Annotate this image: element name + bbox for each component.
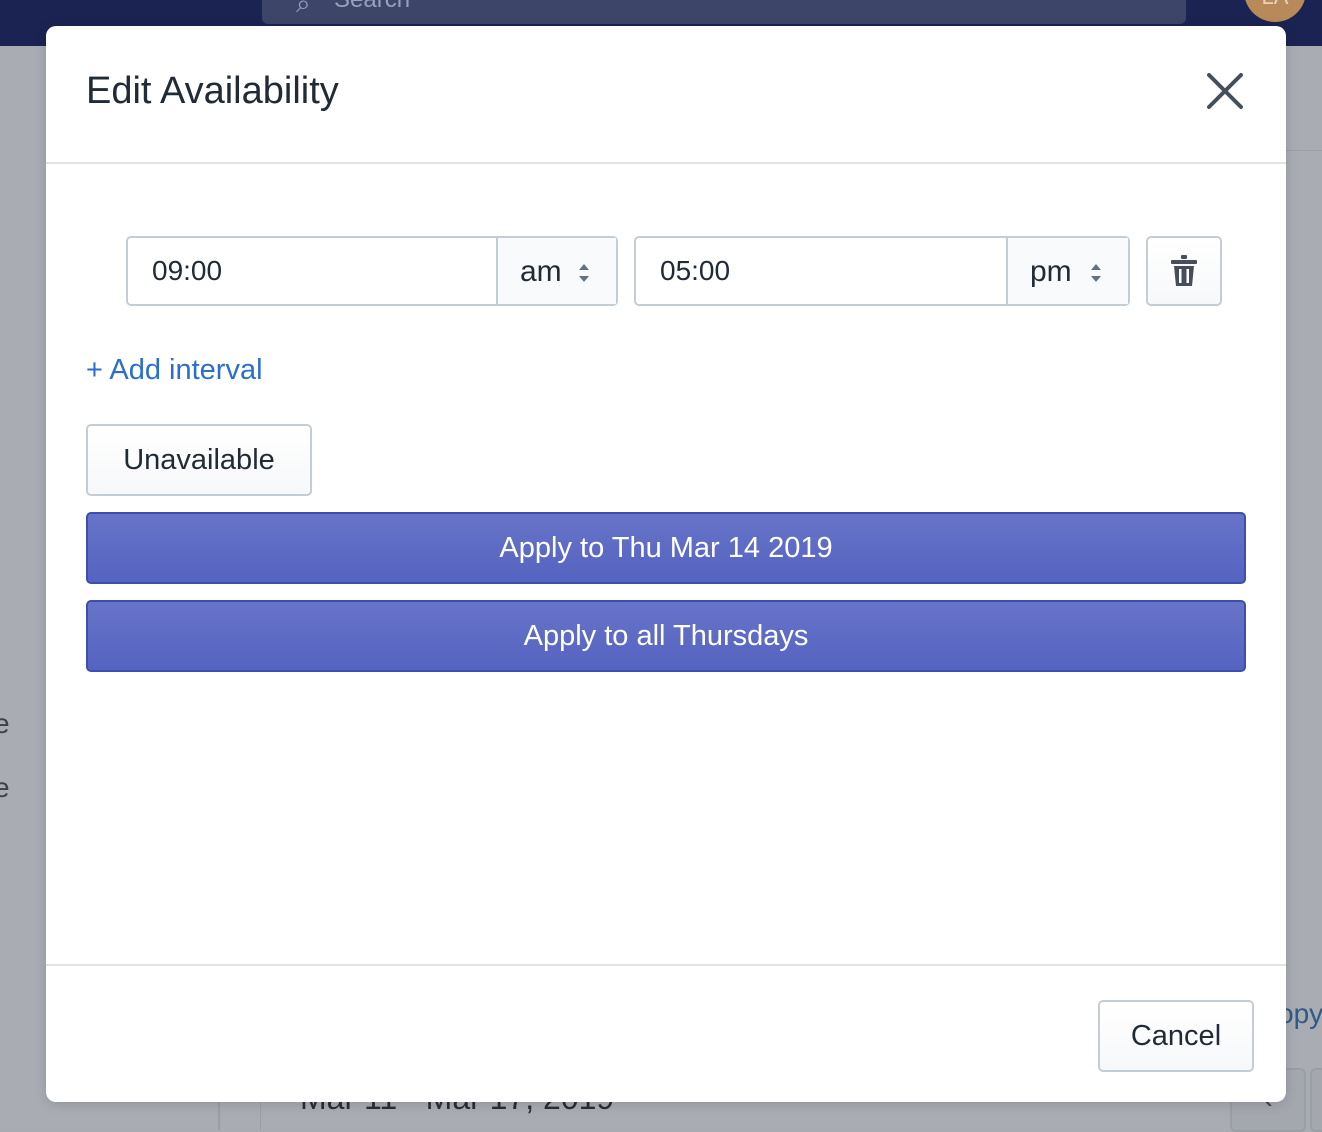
delete-interval-button[interactable] bbox=[1146, 236, 1222, 306]
avatar[interactable]: LA bbox=[1244, 0, 1306, 22]
search-placeholder: Search bbox=[334, 0, 410, 14]
start-period-value: am bbox=[520, 255, 562, 288]
end-time-group: pm bbox=[634, 236, 1130, 306]
trash-icon bbox=[1171, 255, 1197, 286]
add-interval-link[interactable]: + Add interval bbox=[86, 354, 263, 387]
cancel-button[interactable]: Cancel bbox=[1098, 1000, 1254, 1072]
start-period-select[interactable]: am bbox=[496, 238, 616, 304]
close-button[interactable] bbox=[1196, 62, 1254, 120]
modal-header: Edit Availability bbox=[46, 26, 1286, 164]
sidebar-text-fragment: e bbox=[0, 772, 10, 803]
close-icon bbox=[1207, 73, 1243, 109]
end-period-value: pm bbox=[1030, 255, 1072, 288]
edit-availability-modal: Edit Availability am pm bbox=[46, 26, 1286, 1102]
start-time-group: am bbox=[126, 236, 618, 306]
sidebar-text-fragment: e bbox=[0, 708, 10, 739]
apply-to-all-thursdays-button[interactable]: Apply to all Thursdays bbox=[86, 600, 1246, 672]
search-icon: ⌕ bbox=[296, 0, 311, 18]
apply-to-date-button[interactable]: Apply to Thu Mar 14 2019 bbox=[86, 512, 1246, 584]
end-period-select[interactable]: pm bbox=[1006, 238, 1128, 304]
sort-arrows-icon bbox=[579, 264, 589, 282]
next-week-button[interactable] bbox=[1310, 1068, 1322, 1132]
modal-footer: Cancel bbox=[46, 964, 1286, 1102]
start-time-input[interactable] bbox=[128, 238, 496, 304]
search-bar[interactable]: ⌕ Search bbox=[262, 0, 1186, 24]
sort-arrows-icon bbox=[1091, 264, 1101, 282]
unavailable-button[interactable]: Unavailable bbox=[86, 424, 312, 496]
end-time-input[interactable] bbox=[636, 238, 1006, 304]
modal-title: Edit Availability bbox=[86, 70, 339, 112]
